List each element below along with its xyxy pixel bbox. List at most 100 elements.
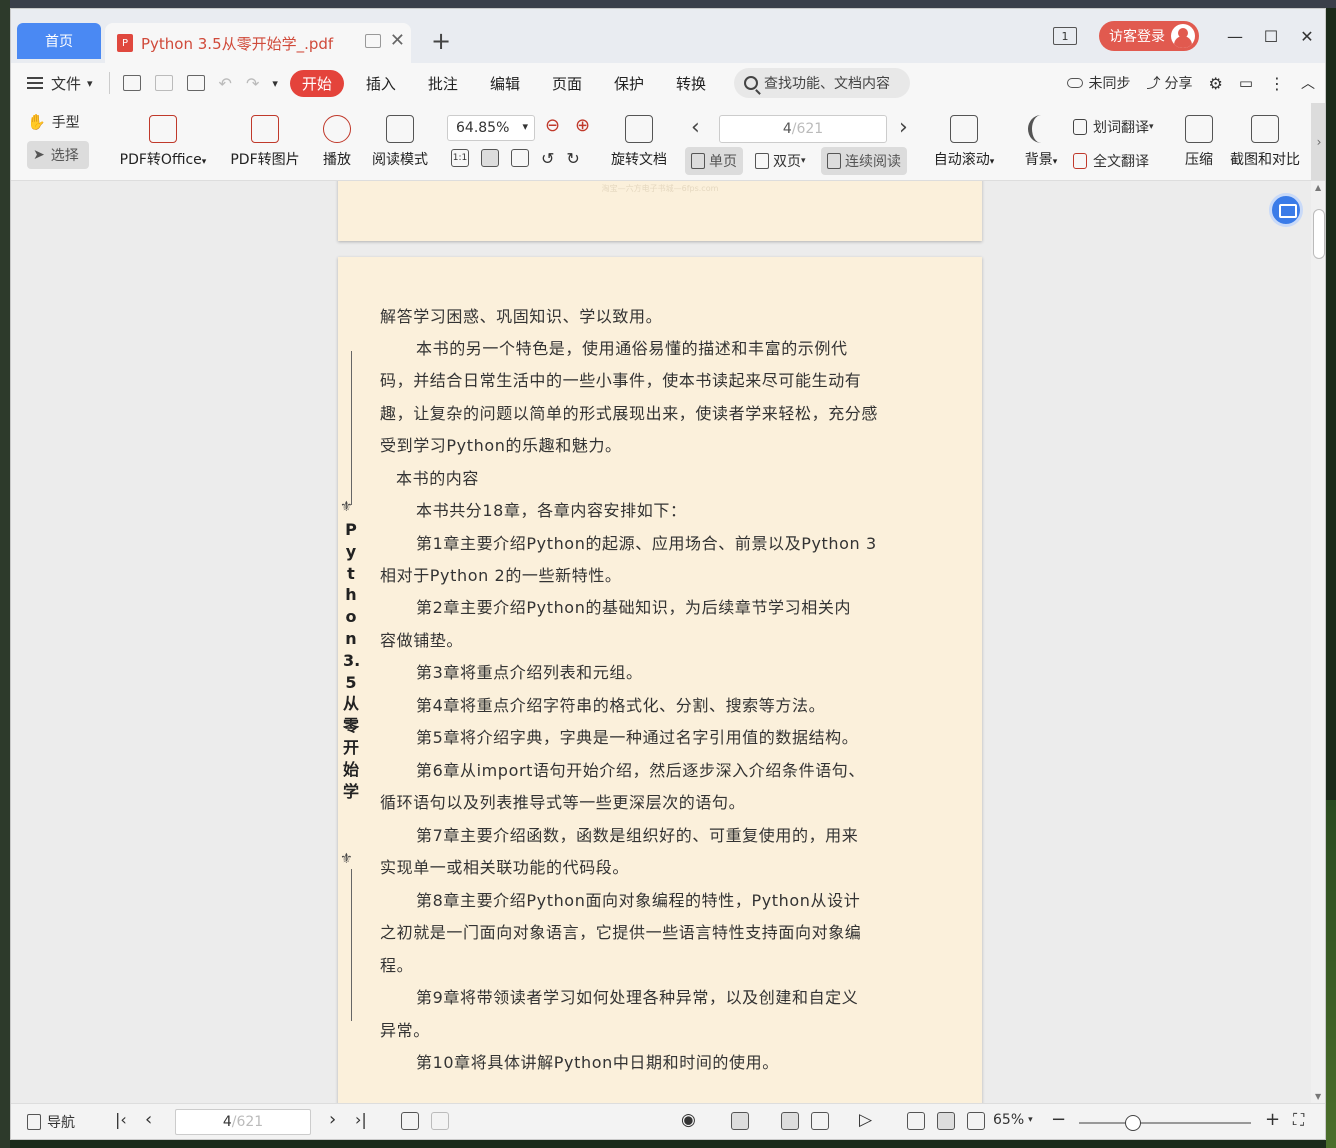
- play-button[interactable]: 播放: [317, 115, 357, 169]
- window-count-badge[interactable]: 1: [1053, 27, 1077, 45]
- continuous-view-icon[interactable]: [731, 1112, 749, 1130]
- vertical-scrollbar[interactable]: ▲ ▼: [1311, 181, 1325, 1103]
- undo-icon[interactable]: ↶: [219, 74, 232, 93]
- next-page-icon[interactable]: ›: [899, 115, 908, 140]
- zoom-select[interactable]: 64.85% ▾: [447, 115, 535, 141]
- pdf-to-image-button[interactable]: PDF转图片: [225, 115, 305, 169]
- status-page-input[interactable]: 4/621: [175, 1109, 311, 1135]
- full-translate-button[interactable]: 全文翻译: [1073, 151, 1149, 171]
- minimize-button[interactable]: —: [1217, 27, 1253, 46]
- watermark: 淘宝—六方电子书城—6fps.com: [601, 184, 719, 193]
- zoom-value: 64.85%: [456, 120, 510, 136]
- text-line: 第7章主要介绍函数，函数是组织好的、可重复使用的，用来: [416, 826, 859, 845]
- actual-size-icon[interactable]: 1:1: [451, 149, 469, 167]
- tab-document-title: Python 3.5从零开始学_.pdf: [141, 34, 334, 53]
- page-number-input[interactable]: 4/621: [719, 115, 887, 143]
- menu-page[interactable]: 页面: [536, 73, 598, 94]
- save-icon[interactable]: [154, 75, 173, 91]
- quick-access-more-icon[interactable]: ▾: [272, 77, 278, 90]
- document-viewport[interactable]: 淘宝—六方电子书城—6fps.com ⚜ Python 3.5从零开始学 ⚜ 解…: [11, 181, 1311, 1103]
- compress-button[interactable]: 压缩: [1181, 115, 1217, 169]
- rotate-document-label: 旋转文档: [611, 152, 667, 168]
- fullscreen-icon[interactable]: ⛶: [1293, 1110, 1304, 1130]
- single-view-icon[interactable]: [781, 1112, 799, 1130]
- screenshot-compare-button[interactable]: 截图和对比: [1227, 115, 1303, 169]
- menu-convert[interactable]: 转换: [660, 73, 722, 94]
- first-page-icon[interactable]: |‹: [115, 1110, 127, 1129]
- rotate-document-button[interactable]: 旋转文档: [607, 115, 671, 169]
- print-icon[interactable]: [186, 75, 205, 91]
- play-icon[interactable]: ▷: [859, 1110, 872, 1130]
- settings-icon[interactable]: ⚙: [1208, 74, 1222, 93]
- auto-scroll-button[interactable]: 自动滚动▾: [929, 115, 999, 169]
- page-current: 4: [782, 121, 792, 137]
- zoom-slider-track[interactable]: [1079, 1122, 1251, 1124]
- fit-page-icon[interactable]: [481, 149, 499, 167]
- fit-width-icon[interactable]: [967, 1112, 985, 1130]
- tab-home[interactable]: 首页: [17, 23, 101, 59]
- screen-icon[interactable]: [365, 34, 381, 48]
- fit-width-icon[interactable]: [511, 149, 529, 167]
- menu-start[interactable]: 开始: [289, 69, 344, 97]
- hand-tool-button[interactable]: ✋ 手型: [27, 109, 97, 135]
- menu-insert[interactable]: 插入: [350, 73, 412, 94]
- new-tab-button[interactable]: +: [431, 29, 451, 53]
- zoom-in-icon[interactable]: +: [1265, 1109, 1280, 1130]
- zoom-slider-thumb[interactable]: [1125, 1115, 1141, 1131]
- collapse-ribbon-icon[interactable]: ︿: [1301, 73, 1315, 93]
- rotate-right-icon[interactable]: ↻: [566, 149, 579, 168]
- guest-login-button[interactable]: 访客登录: [1099, 21, 1199, 51]
- pdf-to-office-button[interactable]: PDF转Office▾: [113, 115, 213, 169]
- more-options-icon[interactable]: ⋮: [1269, 74, 1285, 93]
- zoom-out-icon[interactable]: −: [1051, 1109, 1066, 1130]
- forward-icon[interactable]: [431, 1112, 449, 1130]
- navigation-button[interactable]: 导航: [27, 1112, 75, 1132]
- actual-size-icon[interactable]: [907, 1112, 925, 1130]
- scroll-up-icon[interactable]: ▲: [1315, 183, 1321, 192]
- open-folder-icon[interactable]: [122, 75, 141, 91]
- scroll-down-icon[interactable]: ▼: [1315, 1092, 1321, 1101]
- select-tool-label: 选择: [50, 148, 79, 164]
- double-page-button[interactable]: 双页 ▾: [749, 147, 812, 175]
- zoom-in-icon[interactable]: ⊕: [575, 115, 590, 136]
- close-tab-icon[interactable]: ✕: [390, 30, 405, 51]
- spine-ornament-icon: ⚜: [340, 851, 353, 867]
- share-button[interactable]: ⤴ 分享: [1146, 73, 1192, 93]
- search-icon: [744, 76, 758, 90]
- redo-icon[interactable]: ↷: [246, 74, 259, 93]
- menu-protect[interactable]: 保护: [598, 73, 660, 94]
- menu-edit[interactable]: 编辑: [474, 73, 536, 94]
- next-page-icon[interactable]: ›: [329, 1109, 336, 1130]
- single-page-button[interactable]: 单页: [685, 147, 743, 175]
- read-mode-button[interactable]: 阅读模式: [367, 115, 433, 169]
- prev-page-icon[interactable]: ‹: [691, 115, 700, 140]
- continuous-reading-button[interactable]: 连续阅读: [821, 147, 907, 175]
- sync-button[interactable]: 未同步: [1067, 73, 1130, 93]
- text-line: 第9章将带领读者学习如何处理各种异常，以及创建和自定义: [416, 988, 859, 1007]
- scroll-thumb[interactable]: [1313, 209, 1325, 259]
- message-icon[interactable]: ▭: [1239, 74, 1253, 92]
- search-input[interactable]: 查找功能、文档内容: [734, 68, 910, 98]
- last-page-icon[interactable]: ›|: [355, 1110, 367, 1129]
- divider: [108, 72, 110, 94]
- eye-care-icon[interactable]: ◉: [681, 1110, 696, 1130]
- tab-document[interactable]: P Python 3.5从零开始学_.pdf ✕: [105, 23, 411, 63]
- menu-annotate[interactable]: 批注: [412, 73, 474, 94]
- floating-assistant-button[interactable]: [1269, 193, 1303, 227]
- ribbon-scroll-right[interactable]: ›: [1311, 103, 1325, 181]
- rotate-left-icon[interactable]: ↺: [541, 149, 554, 168]
- close-window-button[interactable]: ✕: [1289, 27, 1325, 46]
- pdf-to-office-icon: [149, 115, 177, 143]
- double-view-icon[interactable]: [811, 1112, 829, 1130]
- word-translate-button[interactable]: 划词翻译 ▾: [1073, 117, 1154, 137]
- prev-page-icon[interactable]: ‹: [145, 1109, 152, 1130]
- zoom-out-icon[interactable]: ⊖: [545, 115, 560, 136]
- background-button[interactable]: 背景▾: [1019, 115, 1063, 169]
- fit-page-icon[interactable]: [937, 1112, 955, 1130]
- file-menu[interactable]: 文件 ▾: [11, 73, 103, 94]
- status-zoom-select[interactable]: 65% ▾: [993, 1112, 1033, 1128]
- select-tool-button[interactable]: ➤ 选择: [27, 141, 89, 169]
- status-bar: 导航 |‹ ‹ 4/621 › ›| ◉ ▷ 65% ▾ − + ⛶: [11, 1103, 1325, 1139]
- maximize-button[interactable]: ☐: [1253, 27, 1289, 46]
- back-icon[interactable]: [401, 1112, 419, 1130]
